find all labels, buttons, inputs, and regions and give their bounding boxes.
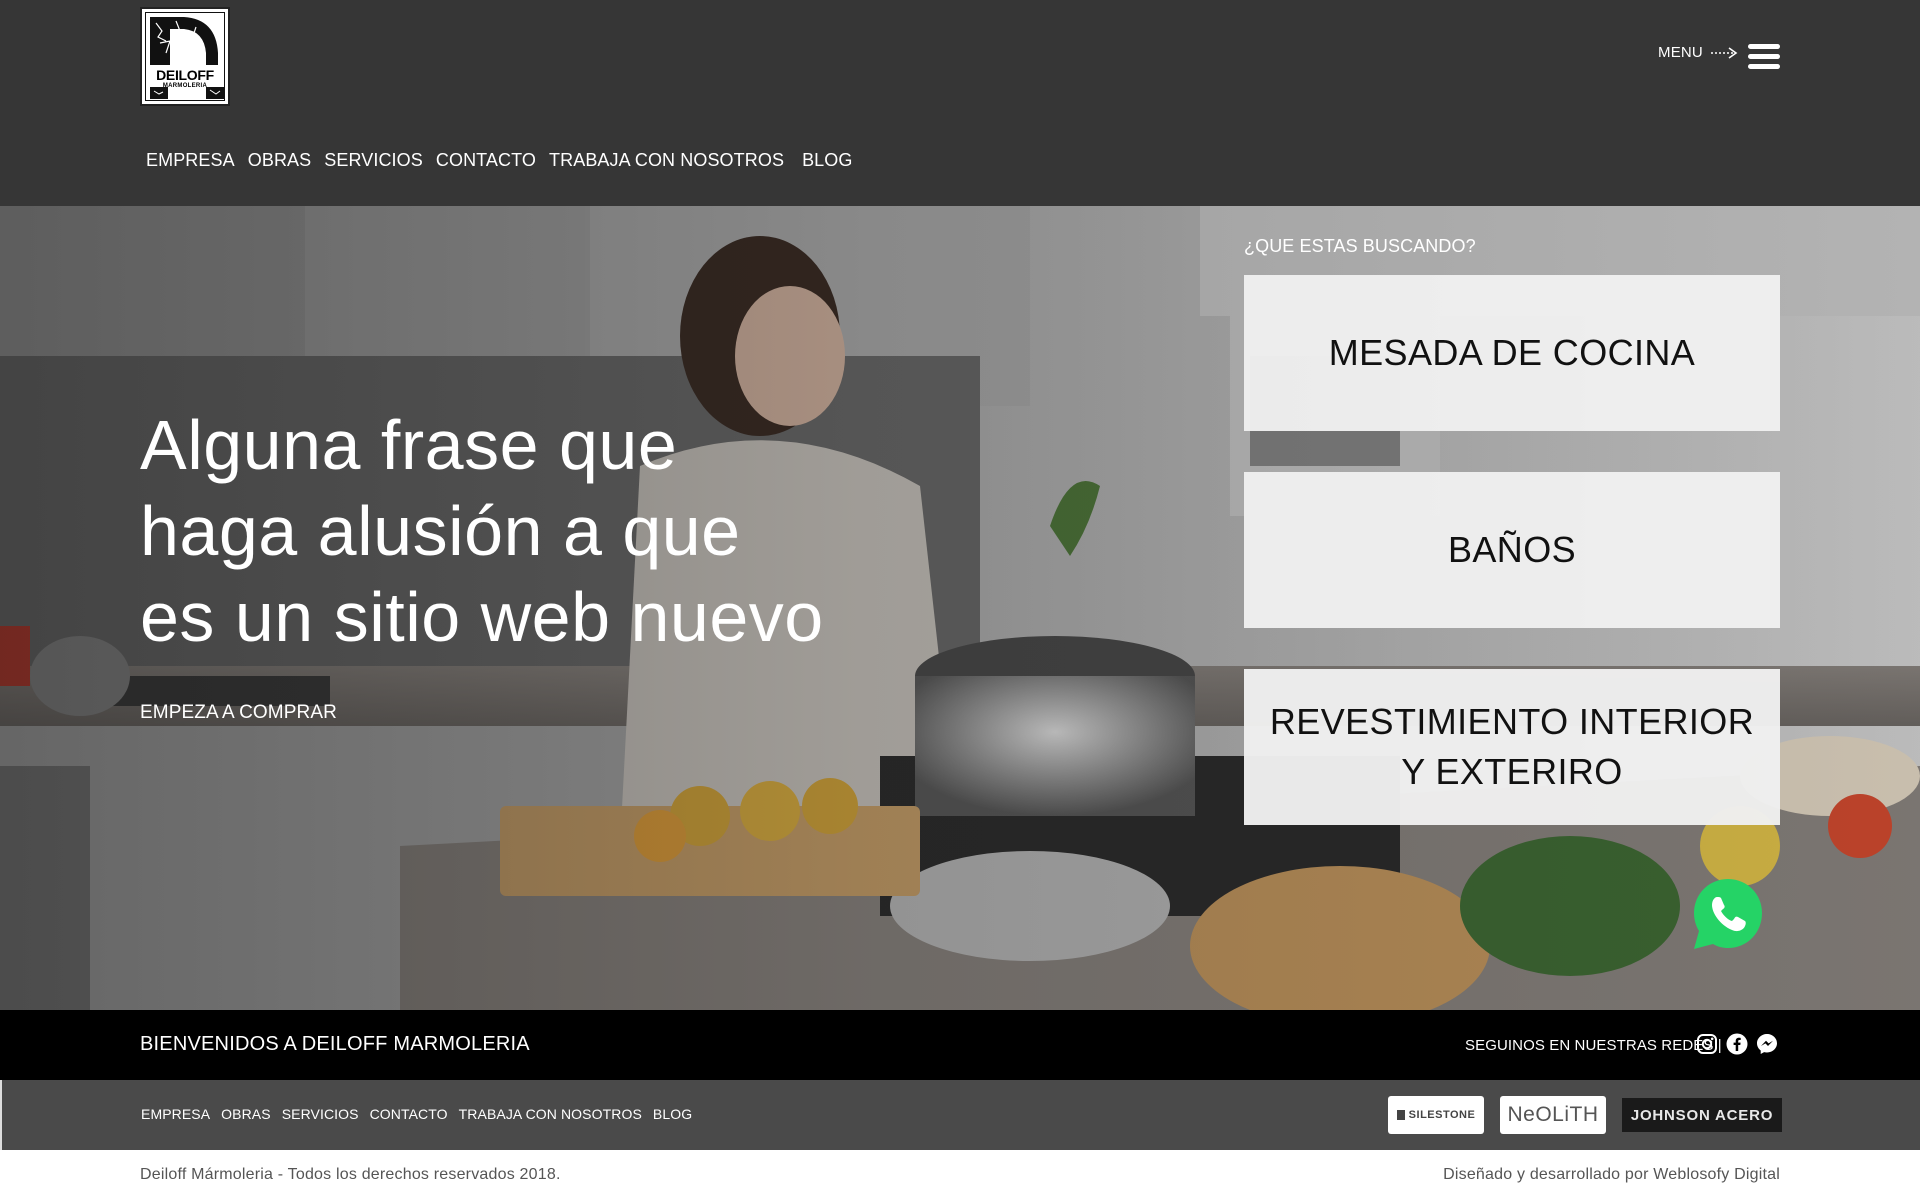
category-label: MESADA DE COCINA (1328, 332, 1696, 373)
hero-headline: Alguna frase que haga alusión a que es u… (140, 402, 860, 660)
bottom-bar: Deiloff Mármoleria - Todos los derechos … (0, 1150, 1920, 1200)
category-label-line-1: REVESTIMIENTO INTERIOR (1269, 701, 1755, 742)
category-card-mesada-de-cocina[interactable]: MESADA DE COCINA (1244, 275, 1780, 431)
menu-label: MENU (1658, 44, 1703, 61)
footer-nav-blog[interactable]: BLOG (653, 1106, 692, 1122)
messenger-icon[interactable] (1756, 1033, 1778, 1055)
site-header: DEILOFF MARMOLERIA MENU EMPRESA OBRAS SE… (0, 0, 1920, 206)
search-title: ¿QUE ESTAS BUSCANDO? (1244, 236, 1476, 256)
neolith-logo[interactable]: NeOLiTH (1500, 1096, 1606, 1134)
logo-mark: DEILOFF MARMOLERIA (145, 12, 225, 101)
johnson-acero-logo[interactable]: JOHNSON ACERO (1622, 1098, 1782, 1132)
neolith-label: NeOLiTH (1507, 1103, 1599, 1126)
site-logo[interactable]: DEILOFF MARMOLERIA (140, 7, 230, 106)
menu-toggle[interactable]: MENU (1658, 44, 1739, 61)
footer-nav-empresa[interactable]: EMPRESA (141, 1106, 210, 1122)
facebook-icon[interactable] (1726, 1033, 1748, 1055)
hamburger-menu-icon[interactable] (1748, 44, 1780, 70)
nav-obras[interactable]: OBRAS (248, 150, 312, 171)
silestone-label: SILESTONE (1408, 1109, 1476, 1121)
welcome-text: BIENVENIDOS A DEILOFF MARMOLERIA (140, 1033, 530, 1055)
category-label-line-2: Y EXTERIRO (1401, 751, 1623, 792)
nav-contacto[interactable]: CONTACTO (436, 150, 536, 171)
footer-nav-trabaja-con-nosotros[interactable]: TRABAJA CON NOSOTROS (459, 1106, 642, 1122)
logo-subtitle: MARMOLERIA (162, 83, 208, 89)
silestone-mark-icon (1396, 1110, 1405, 1120)
footer-nav-bar: EMPRESA OBRAS SERVICIOS CONTACTO TRABAJA… (0, 1080, 1920, 1150)
hero-headline-line-2: haga alusión a que (140, 492, 741, 570)
category-label: REVESTIMIENTO INTERIOR Y EXTERIRO (1270, 697, 1754, 797)
footer-nav-contacto[interactable]: CONTACTO (370, 1106, 448, 1122)
nav-empresa[interactable]: EMPRESA (146, 150, 235, 171)
hero-section: Alguna frase que haga alusión a que es u… (0, 206, 1920, 1010)
start-shopping-link[interactable]: EMPEZA A COMPRAR (140, 702, 337, 724)
copyright-text: Deiloff Mármoleria - Todos los derechos … (140, 1166, 561, 1183)
hero-headline-line-1: Alguna frase que (140, 406, 678, 484)
main-nav: EMPRESA OBRAS SERVICIOS CONTACTO TRABAJA… (146, 150, 865, 171)
whatsapp-icon[interactable] (1690, 876, 1766, 952)
silestone-logo[interactable]: SILESTONE (1388, 1096, 1484, 1134)
johnson-label: JOHNSON ACERO (1630, 1106, 1774, 1124)
category-card-banos[interactable]: BAÑOS (1244, 472, 1780, 628)
nav-blog[interactable]: BLOG (802, 150, 852, 171)
arrow-right-icon (1710, 46, 1738, 59)
nav-servicios[interactable]: SERVICIOS (324, 150, 423, 171)
category-label: BAÑOS (1447, 529, 1577, 570)
credits-link[interactable]: Diseñado y desarrollado por Weblosofy Di… (1443, 1166, 1780, 1184)
welcome-bar: BIENVENIDOS A DEILOFF MARMOLERIA SEGUINO… (0, 1010, 1920, 1080)
category-card-revestimiento[interactable]: REVESTIMIENTO INTERIOR Y EXTERIRO (1244, 669, 1780, 825)
hero-headline-line-3: es un sitio web nuevo (140, 578, 824, 656)
social-label: SEGUINOS EN NUESTRAS REDES | (1465, 1037, 1722, 1054)
footer-nav-obras[interactable]: OBRAS (221, 1106, 271, 1122)
nav-trabaja-con-nosotros[interactable]: TRABAJA CON NOSOTROS (549, 150, 784, 171)
logo-name: DEILOFF (156, 67, 214, 83)
instagram-icon[interactable] (1696, 1033, 1718, 1055)
footer-nav: EMPRESA OBRAS SERVICIOS CONTACTO TRABAJA… (141, 1106, 703, 1122)
footer-nav-servicios[interactable]: SERVICIOS (282, 1106, 359, 1122)
